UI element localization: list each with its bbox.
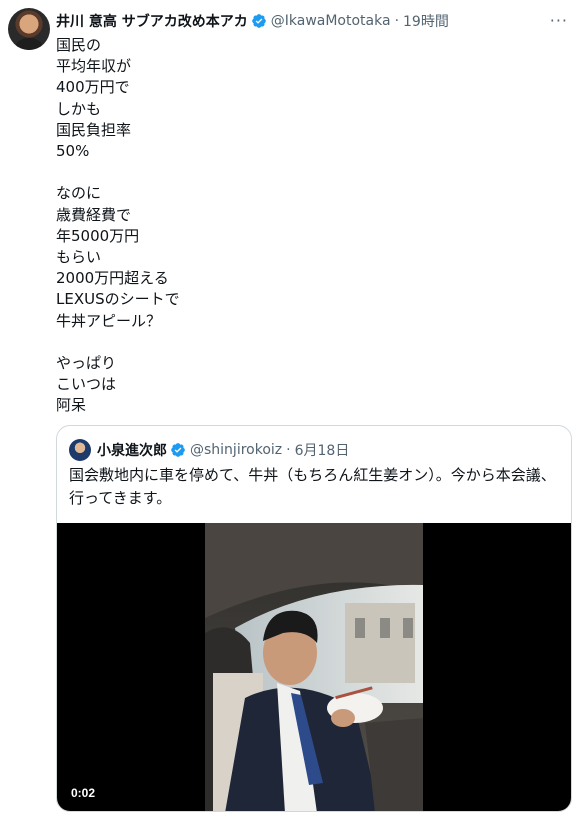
more-icon[interactable]: ···	[550, 11, 568, 30]
video-still	[205, 523, 423, 811]
quoted-tweet[interactable]: 小泉進次郎 @shinjirokoiz · 6月18日 国会敷地内に車を停めて、…	[56, 425, 572, 812]
video-player[interactable]: 0:02	[57, 523, 571, 811]
quoted-header: 小泉進次郎 @shinjirokoiz · 6月18日	[69, 439, 349, 461]
quoted-date: 6月18日	[294, 443, 350, 459]
tweet-header: 井川 意高 サブアカ改め本アカ @IkawaMototaka · 19時間 ··…	[56, 10, 568, 32]
verified-icon	[251, 14, 266, 28]
tweet-text: 国民の 平均年収が 400万円で しかも 国民負担率 50% なのに 歳費経費で…	[56, 36, 180, 415]
quoted-text: 国会敷地内に車を停めて、牛丼（もちろん紅生姜オン）。今から本会議、行ってきます。	[69, 466, 556, 507]
video-frame	[205, 523, 423, 811]
author-handle[interactable]: @IkawaMototaka	[271, 13, 391, 29]
quoted-handle: @shinjirokoiz	[190, 442, 283, 458]
tweet-time[interactable]: 19時間	[403, 11, 449, 31]
quoted-avatar	[69, 439, 91, 461]
author-avatar[interactable]	[8, 8, 50, 50]
author-name[interactable]: 井川 意高 サブアカ改め本アカ	[56, 11, 248, 31]
separator-dot: ·	[394, 13, 400, 29]
video-timestamp: 0:02	[71, 786, 96, 800]
separator-dot: ·	[286, 442, 291, 458]
quoted-author-name: 小泉進次郎	[97, 443, 167, 459]
verified-icon	[171, 443, 185, 457]
